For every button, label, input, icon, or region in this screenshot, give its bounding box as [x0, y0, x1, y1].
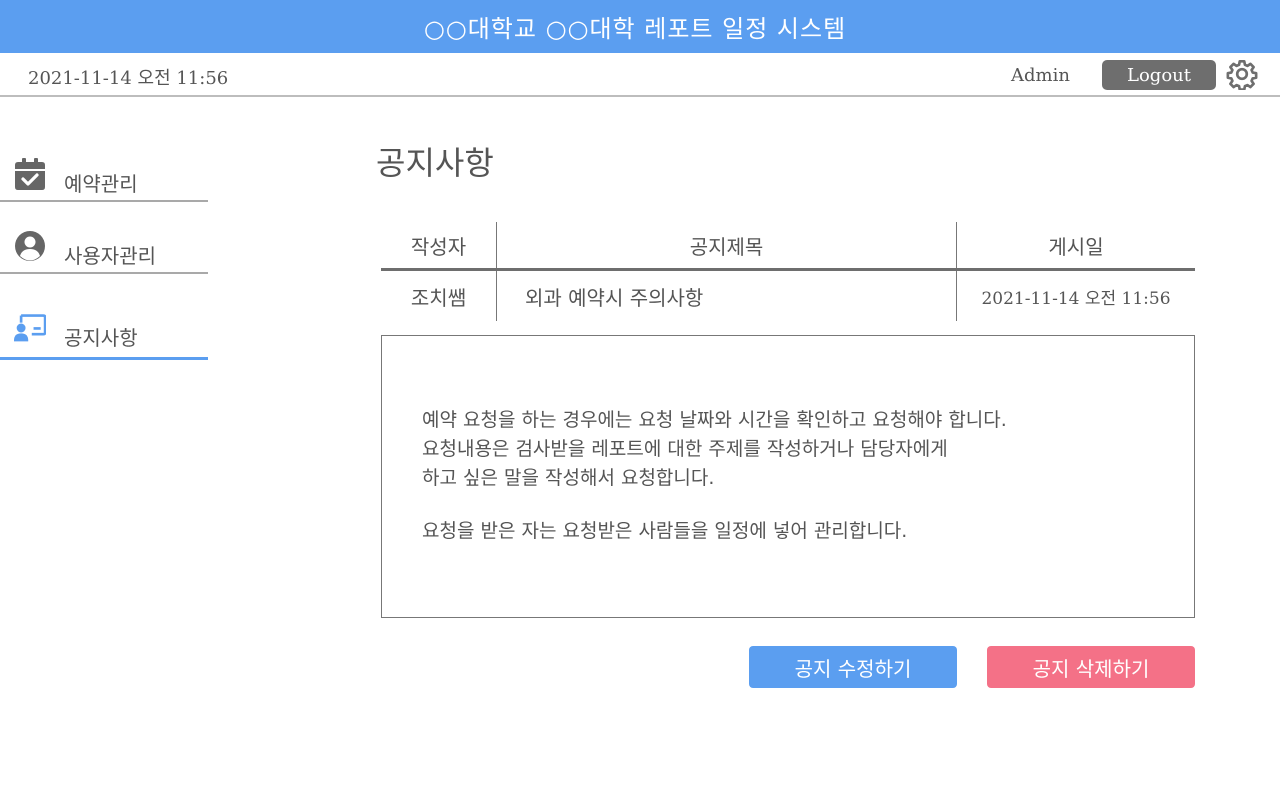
- content-line: 하고 싶은 말을 작성해서 요청합니다.: [422, 467, 715, 489]
- sidebar: 예약관리 사용자관리 공지사항: [0, 130, 208, 360]
- table-header: 작성자 공지제목 게시일: [381, 222, 1195, 271]
- table-row[interactable]: 조치쌤 외과 예약시 주의사항 2021-11-14 오전 11:56: [381, 271, 1195, 321]
- content-line: 요청내용은 검사받을 레포트에 대한 주제를 작성하거나 담당자에게: [422, 438, 948, 460]
- content-line: 요청을 받은 자는 요청받은 사람들을 일정에 넣어 관리합니다.: [422, 520, 908, 542]
- author-cell: 조치쌤: [381, 271, 497, 321]
- status-bar: 2021-11-14 오전 11:56 Admin Logout: [0, 53, 1280, 97]
- presentation-icon: [14, 314, 46, 342]
- column-subject: 공지제목: [497, 222, 957, 268]
- gear-icon[interactable]: [1226, 58, 1258, 90]
- sidebar-item-notices[interactable]: 공지사항: [0, 274, 208, 360]
- edit-notice-button[interactable]: 공지 수정하기: [749, 646, 957, 688]
- sidebar-item-reservations[interactable]: 예약관리: [0, 130, 208, 202]
- current-datetime: 2021-11-14 오전 11:56: [28, 68, 229, 89]
- page-title: 공지사항: [376, 144, 494, 182]
- app-title: ○○대학교 ○○대학 레포트 일정 시스템: [423, 15, 847, 43]
- subject-cell: 외과 예약시 주의사항: [497, 271, 957, 321]
- user-circle-icon: [15, 231, 45, 261]
- column-author: 작성자: [381, 222, 497, 268]
- date-cell: 2021-11-14 오전 11:56: [981, 288, 1171, 309]
- sidebar-item-label: 공지사항: [64, 326, 138, 350]
- notice-content: 예약 요청을 하는 경우에는 요청 날짜와 시간을 확인하고 요청해야 합니다.…: [381, 335, 1195, 618]
- column-date: 게시일: [1048, 234, 1104, 259]
- sidebar-item-users[interactable]: 사용자관리: [0, 202, 208, 274]
- notice-table: 작성자 공지제목 게시일 조치쌤 외과 예약시 주의사항 2021-11-14 …: [381, 222, 1195, 321]
- user-name: Admin: [1011, 65, 1070, 86]
- content-line: 예약 요청을 하는 경우에는 요청 날짜와 시간을 확인하고 요청해야 합니다.: [422, 409, 1007, 431]
- app-header: ○○대학교 ○○대학 레포트 일정 시스템: [0, 0, 1280, 53]
- logout-button[interactable]: Logout: [1102, 60, 1216, 90]
- sidebar-item-label: 예약관리: [64, 172, 138, 196]
- delete-notice-button[interactable]: 공지 삭제하기: [987, 646, 1195, 688]
- sidebar-item-label: 사용자관리: [64, 244, 156, 268]
- calendar-check-icon: [15, 158, 45, 190]
